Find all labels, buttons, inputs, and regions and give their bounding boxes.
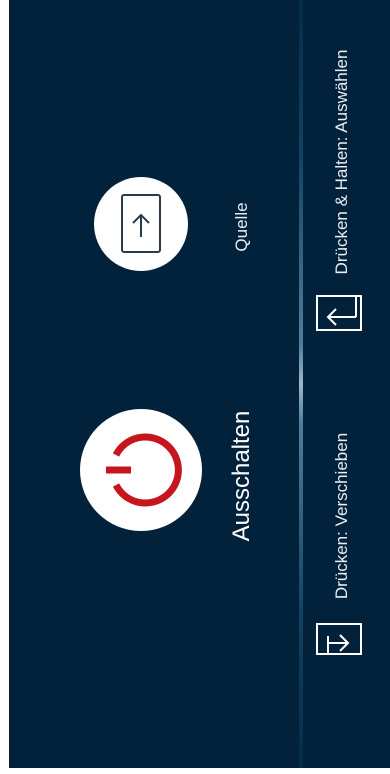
press-and-hold-icon [316, 293, 362, 333]
source-label: Quelle [232, 202, 251, 252]
source-button[interactable] [94, 177, 188, 271]
hint-divider [299, 0, 303, 768]
press-icon [316, 619, 362, 659]
power-off-label: Ausschalten [228, 410, 255, 542]
tv-menu-screen: Ausschalten Quelle Drücken: Verschieben … [9, 0, 390, 768]
source-input-icon [121, 194, 161, 253]
hint-select-label: Drücken & Halten: Auswählen [332, 49, 351, 275]
power-icon [106, 433, 182, 507]
hint-move-label: Drücken: Verschieben [332, 432, 351, 600]
power-off-button[interactable] [80, 409, 202, 531]
